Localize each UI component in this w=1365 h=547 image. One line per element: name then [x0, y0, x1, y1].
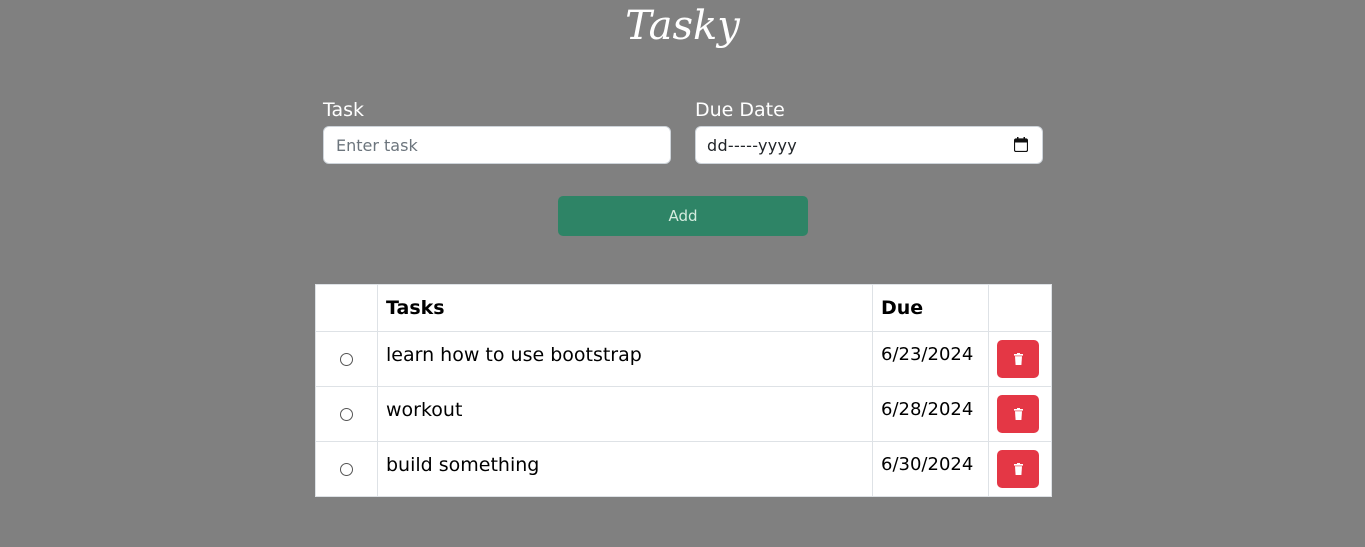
- app-title: Tasky: [625, 3, 740, 49]
- task-name: build something: [377, 441, 873, 497]
- header-tasks: Tasks: [377, 284, 873, 332]
- due-date-placeholder: dd-----yyyy: [707, 136, 798, 155]
- delete-button[interactable]: [997, 340, 1039, 378]
- add-button[interactable]: Add: [558, 196, 808, 236]
- actions-cell: [988, 331, 1052, 387]
- table-row: learn how to use bootstrap 6/23/2024: [315, 331, 1052, 387]
- header-due: Due: [872, 284, 989, 332]
- due-date-label: Due Date: [695, 99, 785, 121]
- actions-cell: [988, 441, 1052, 497]
- task-due: 6/28/2024: [872, 386, 989, 442]
- complete-radio[interactable]: [340, 463, 353, 476]
- calendar-icon[interactable]: [1014, 137, 1028, 152]
- task-due: 6/23/2024: [872, 331, 989, 387]
- task-table: Tasks Due learn how to use bootstrap 6/2…: [315, 284, 1052, 497]
- select-cell: [315, 331, 378, 387]
- table-row: workout 6/28/2024: [315, 386, 1052, 442]
- delete-button[interactable]: [997, 450, 1039, 488]
- task-input[interactable]: [323, 126, 671, 164]
- actions-cell: [988, 386, 1052, 442]
- delete-button[interactable]: [997, 395, 1039, 433]
- task-name: workout: [377, 386, 873, 442]
- due-date-input[interactable]: dd-----yyyy: [695, 126, 1043, 164]
- table-header-row: Tasks Due: [315, 284, 1052, 332]
- trash-icon: [1014, 463, 1023, 475]
- task-label: Task: [323, 99, 365, 121]
- complete-radio[interactable]: [340, 408, 353, 421]
- select-cell: [315, 441, 378, 497]
- trash-icon: [1014, 408, 1023, 420]
- complete-radio[interactable]: [340, 353, 353, 366]
- table-row: build something 6/30/2024: [315, 441, 1052, 497]
- header-actions: [988, 284, 1052, 332]
- header-select: [315, 284, 378, 332]
- select-cell: [315, 386, 378, 442]
- task-due: 6/30/2024: [872, 441, 989, 497]
- task-name: learn how to use bootstrap: [377, 331, 873, 387]
- trash-icon: [1014, 353, 1023, 365]
